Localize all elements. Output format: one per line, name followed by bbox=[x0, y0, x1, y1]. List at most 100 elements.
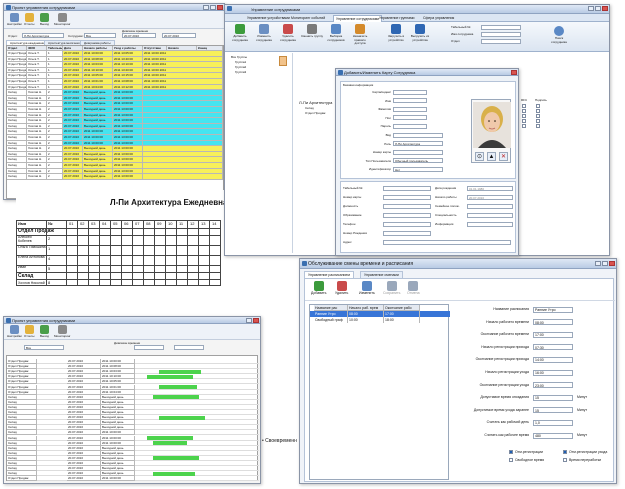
row-checkbox[interactable] bbox=[522, 114, 526, 118]
exit-button[interactable]: Выход bbox=[40, 13, 49, 27]
tree-group2[interactable]: Группа2 bbox=[235, 65, 246, 69]
minimize-button[interactable] bbox=[588, 6, 594, 11]
column-header[interactable]: Подпись bbox=[535, 98, 547, 102]
schedule-field-input[interactable]: 15 bbox=[533, 407, 573, 414]
ribbon-tab[interactable]: Мониторинг событий bbox=[289, 15, 327, 21]
schedule-checkbox[interactable] bbox=[563, 458, 567, 462]
dialog-field-input[interactable] bbox=[467, 212, 513, 218]
maximize-button[interactable] bbox=[602, 261, 608, 266]
close-button[interactable] bbox=[602, 6, 608, 11]
search-input[interactable] bbox=[481, 32, 521, 37]
ribbon-action-button[interactable]: Добавить сотрудника bbox=[229, 24, 251, 42]
schedule-field-input[interactable]: 16:00 bbox=[533, 369, 573, 376]
dialog-field-input[interactable]: 01.01.1980 bbox=[467, 185, 513, 191]
dialog-field-input[interactable] bbox=[383, 194, 431, 200]
schedule-field-input[interactable]: 17:00 bbox=[533, 331, 573, 338]
schedule-field-input[interactable]: 23:00 bbox=[533, 382, 573, 389]
schedule-row[interactable]: Свободный граф 10:00 18:00 bbox=[310, 317, 450, 323]
row-checkbox[interactable] bbox=[536, 109, 540, 113]
schedule-field-input[interactable]: 08:00 bbox=[533, 319, 573, 326]
minimize-button[interactable] bbox=[246, 318, 252, 323]
small-titlebar[interactable]: Проект управления сотрудниками bbox=[4, 317, 260, 324]
schedule-field-input[interactable]: 14:00 bbox=[533, 356, 573, 363]
ribbon-tab[interactable]: Сфера управления bbox=[421, 15, 456, 21]
dialog-field-input[interactable] bbox=[383, 221, 431, 227]
schedule-checkbox[interactable] bbox=[509, 458, 513, 462]
department-node[interactable]: Отдел Продаж bbox=[305, 111, 325, 115]
tree-group1[interactable]: Группа1 bbox=[235, 60, 246, 64]
table-row[interactable]: Склад Хохлов Н. 2 20.07.2010 Выходной день 20… bbox=[7, 174, 224, 180]
date-to-field[interactable]: 20.07.2010 bbox=[162, 33, 196, 38]
row-checkbox[interactable] bbox=[536, 114, 540, 118]
dialog-field-input[interactable] bbox=[393, 106, 427, 112]
small-group-select[interactable]: Все bbox=[24, 345, 64, 350]
exit-button[interactable]: Выход bbox=[40, 325, 49, 339]
table-row[interactable]: Отдел Продаж 20.07.2010 2011 10:00:00 bbox=[7, 476, 259, 482]
reports-button[interactable]: Отчеты bbox=[24, 13, 34, 27]
dialog-field-input[interactable] bbox=[393, 132, 443, 138]
dialog-field-input[interactable] bbox=[383, 185, 431, 191]
ribbon-action-button[interactable]: Выборка сотрудников bbox=[325, 24, 347, 42]
column-header[interactable]: RFC bbox=[521, 98, 527, 102]
dialog-field-input[interactable]: 20.07.2010 bbox=[467, 194, 513, 200]
schedule-action-button[interactable]: Удалить bbox=[335, 281, 348, 296]
dialog-field-input[interactable] bbox=[393, 115, 427, 121]
row-checkbox[interactable] bbox=[522, 124, 526, 128]
tab-schedule[interactable]: Управление расписанием bbox=[304, 271, 354, 278]
maximize-button[interactable] bbox=[595, 6, 601, 11]
ribbon-tab[interactable]: Управление сотрудниками bbox=[333, 15, 383, 22]
schedule-field-input[interactable]: 15 bbox=[533, 394, 573, 401]
dialog-field-input[interactable] bbox=[467, 203, 513, 209]
monitor-button[interactable]: Мониторинг bbox=[54, 13, 71, 27]
search-button[interactable]: Поиск сотрудника bbox=[547, 26, 571, 44]
dialog-field-input[interactable]: Обычный пользователь bbox=[393, 158, 443, 164]
dialog-field-input[interactable] bbox=[383, 203, 431, 209]
browse-photo-button[interactable]: ▲ bbox=[487, 152, 496, 161]
tree-group3[interactable]: Группа3 bbox=[235, 70, 246, 74]
employee-titlebar[interactable]: Управление сотрудниками bbox=[225, 5, 609, 14]
row-checkbox[interactable] bbox=[522, 104, 526, 108]
small-date-from[interactable] bbox=[134, 345, 164, 350]
ribbon-tab[interactable]: Управление группами bbox=[377, 15, 416, 21]
monitor-button[interactable]: Мониторинг bbox=[54, 325, 71, 339]
row-checkbox[interactable] bbox=[536, 119, 540, 123]
search-input[interactable] bbox=[481, 39, 521, 44]
delete-photo-button[interactable]: ✕ bbox=[499, 152, 508, 161]
dialog-field-input[interactable] bbox=[383, 230, 431, 236]
close-button[interactable] bbox=[511, 70, 517, 75]
device-sync-button[interactable]: Выгрузить из устройства bbox=[409, 24, 431, 42]
search-input[interactable] bbox=[481, 25, 521, 30]
close-button[interactable] bbox=[217, 5, 223, 10]
reports-button[interactable]: Отчеты bbox=[24, 325, 34, 339]
dialog-field-input[interactable] bbox=[467, 221, 513, 227]
ribbon-action-button[interactable]: Удалить сотрудника bbox=[277, 24, 299, 42]
dialog-field-input[interactable] bbox=[393, 98, 427, 104]
schedule-field-input[interactable]: Ранние Утро bbox=[533, 306, 573, 313]
minimize-button[interactable] bbox=[595, 261, 601, 266]
minimize-button[interactable] bbox=[203, 5, 209, 10]
schedule-checkbox[interactable] bbox=[509, 450, 513, 454]
small-date-to[interactable] bbox=[174, 345, 204, 350]
schedule-titlebar[interactable]: Обслуживание смены времени и расписания bbox=[300, 259, 616, 269]
dialog-field-input[interactable] bbox=[383, 239, 511, 245]
main-titlebar[interactable]: Проект управления сотрудниками bbox=[4, 4, 224, 11]
row-checkbox[interactable] bbox=[522, 119, 526, 123]
tab-shifts[interactable]: Управление сменами bbox=[360, 271, 403, 278]
schedule-action-button[interactable]: Сохранить bbox=[383, 281, 400, 296]
row-checkbox[interactable] bbox=[536, 104, 540, 108]
row-checkbox[interactable] bbox=[522, 109, 526, 113]
row-checkbox[interactable] bbox=[536, 124, 540, 128]
close-button[interactable] bbox=[609, 261, 615, 266]
schedule-action-button[interactable]: Отмена bbox=[407, 281, 420, 296]
settings-button[interactable]: Настройки bbox=[7, 13, 22, 27]
device-sync-button[interactable]: Загрузить в устройство bbox=[385, 24, 407, 42]
ribbon-tab[interactable]: Управление устройствами bbox=[245, 15, 292, 21]
dialog-field-input[interactable] bbox=[393, 123, 427, 129]
dialog-field-input[interactable] bbox=[393, 149, 443, 155]
tree-all-groups[interactable]: Все Группы bbox=[231, 55, 247, 59]
dialog-field-input[interactable]: Нет bbox=[393, 166, 443, 172]
schedule-field-input[interactable]: 480 bbox=[533, 432, 573, 439]
ribbon-action-button[interactable]: Изменить сотрудника bbox=[253, 24, 275, 42]
schedule-field-input[interactable]: 07:30 bbox=[533, 344, 573, 351]
department-node[interactable]: Л-Пи Архитектура bbox=[299, 101, 332, 105]
